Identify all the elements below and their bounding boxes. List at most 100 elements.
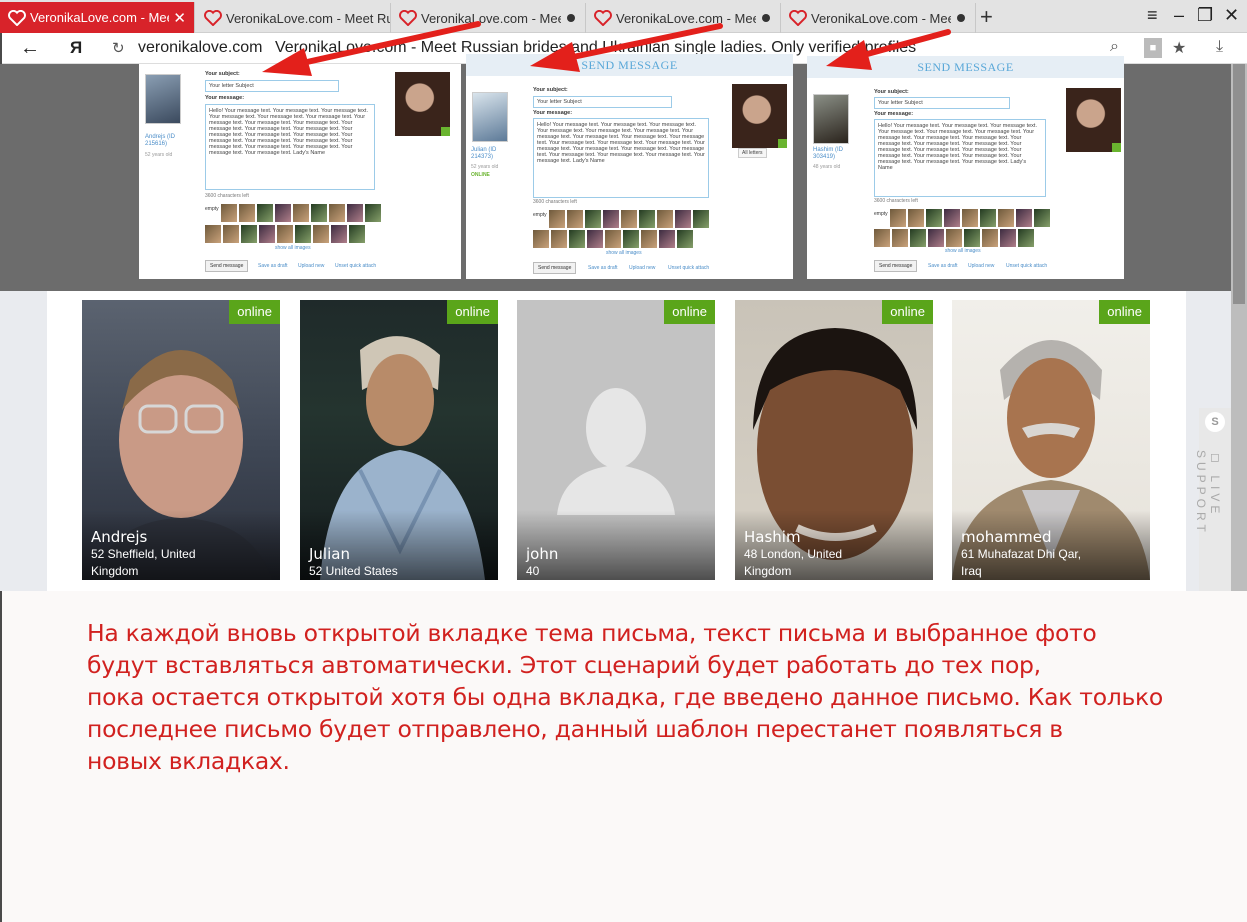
profile-name[interactable]: john xyxy=(526,545,558,563)
reload-icon[interactable]: ↻ xyxy=(112,39,125,57)
save-draft-link[interactable]: Save as draft xyxy=(258,263,287,269)
new-tab-button[interactable]: + xyxy=(980,4,993,30)
thumb-photo[interactable] xyxy=(223,225,239,243)
thumb-photo[interactable] xyxy=(926,209,942,227)
thumb-photo[interactable] xyxy=(239,204,255,222)
thumb-photo[interactable] xyxy=(1034,209,1050,227)
upload-new-link[interactable]: Upload new xyxy=(968,263,994,269)
browser-tab-4[interactable]: VeronikaLove.com - Meet xyxy=(586,3,781,33)
profile-card-julian[interactable]: online Julian 52 United States xyxy=(300,300,498,580)
subject-input[interactable]: Your letter Subject xyxy=(205,80,339,92)
chat-bubble-icon[interactable]: S xyxy=(1205,412,1225,432)
message-textarea[interactable]: Hello! Your message text. Your message t… xyxy=(533,118,709,198)
thumb-photo[interactable] xyxy=(567,210,583,228)
minimize-icon[interactable]: – xyxy=(1174,5,1184,26)
thumb-photo[interactable] xyxy=(874,229,890,247)
yandex-logo-icon[interactable]: Я xyxy=(70,38,82,58)
thumb-photo[interactable] xyxy=(533,230,549,248)
thumb-photo[interactable] xyxy=(982,229,998,247)
send-message-button[interactable]: Send message xyxy=(533,262,577,274)
profile-name[interactable]: Hashim xyxy=(744,528,801,546)
restore-icon[interactable]: ❐ xyxy=(1197,5,1213,26)
profile-card-andrejs[interactable]: online Andrejs 52 Sheffield, United King… xyxy=(82,300,280,580)
thumb-photo[interactable] xyxy=(998,209,1014,227)
all-letters-button[interactable]: All letters xyxy=(738,148,767,158)
thumb-photo[interactable] xyxy=(365,204,381,222)
unset-attach-link[interactable]: Unset quick attach xyxy=(1006,263,1047,269)
thumb-photo[interactable] xyxy=(677,230,693,248)
thumb-photo[interactable] xyxy=(293,204,309,222)
profile-card-mohammed[interactable]: online mohammed 61 Muhafazat Dhi Qar, Ir… xyxy=(952,300,1150,580)
page-scrollbar[interactable] xyxy=(1231,64,1247,591)
profile-card-hashim[interactable]: online Hashim 48 London, United Kingdom xyxy=(735,300,933,580)
thumb-photo[interactable] xyxy=(892,229,908,247)
search-icon[interactable]: ⌕ xyxy=(1110,38,1119,56)
thumb-photo[interactable] xyxy=(241,225,257,243)
close-window-icon[interactable]: ✕ xyxy=(1224,5,1239,26)
thumb-photo[interactable] xyxy=(908,209,924,227)
message-textarea[interactable]: Hello! Your message text. Your message t… xyxy=(205,104,375,190)
thumb-photo[interactable] xyxy=(944,209,960,227)
thumb-photo[interactable] xyxy=(962,209,978,227)
thumb-photo[interactable] xyxy=(311,204,327,222)
thumb-photo[interactable] xyxy=(257,204,273,222)
thumb-photo[interactable] xyxy=(259,225,275,243)
thumb-photo[interactable] xyxy=(313,225,329,243)
unsaved-dot-icon[interactable] xyxy=(957,14,965,22)
message-textarea[interactable]: Hello! Your message text. Your message t… xyxy=(874,119,1046,197)
thumb-photo[interactable] xyxy=(1016,209,1032,227)
thumb-photo[interactable] xyxy=(329,204,345,222)
send-message-button[interactable]: Send message xyxy=(205,260,249,272)
thumb-photo[interactable] xyxy=(205,225,221,243)
thumb-photo[interactable] xyxy=(693,210,709,228)
show-all-images-link[interactable]: show all images xyxy=(945,248,981,254)
thumb-photo[interactable] xyxy=(1000,229,1016,247)
profile-name[interactable]: Andrejs xyxy=(91,528,147,546)
thumb-photo[interactable] xyxy=(331,225,347,243)
close-tab-icon[interactable]: ✕ xyxy=(173,9,186,27)
subject-input[interactable]: Your letter Subject xyxy=(533,96,672,108)
upload-new-link[interactable]: Upload new xyxy=(298,263,324,269)
thumb-photo[interactable] xyxy=(890,209,906,227)
save-draft-link[interactable]: Save as draft xyxy=(928,263,957,269)
live-support-label[interactable]: ◻ LIVE SUPPORT xyxy=(1194,450,1222,591)
save-draft-link[interactable]: Save as draft xyxy=(588,265,617,271)
thumb-photo[interactable] xyxy=(603,210,619,228)
thumb-photo[interactable] xyxy=(605,230,621,248)
thumb-photo[interactable] xyxy=(659,230,675,248)
send-message-button[interactable]: Send message xyxy=(874,260,918,272)
unset-attach-link[interactable]: Unset quick attach xyxy=(668,265,709,271)
thumb-photo[interactable] xyxy=(295,225,311,243)
thumb-photo[interactable] xyxy=(928,229,944,247)
live-support-tab[interactable]: S ◻ LIVE SUPPORT xyxy=(1194,408,1231,591)
unset-attach-link[interactable]: Unset quick attach xyxy=(335,263,376,269)
browser-tab-2[interactable]: VeronikaLove.com - Meet Ru xyxy=(196,3,391,33)
thumb-photo[interactable] xyxy=(639,210,655,228)
download-icon[interactable]: ⤓ xyxy=(1216,38,1223,56)
thumb-photo[interactable] xyxy=(1018,229,1034,247)
thumb-photo[interactable] xyxy=(910,229,926,247)
thumb-photo[interactable] xyxy=(221,204,237,222)
back-arrow-icon[interactable]: ← xyxy=(20,37,40,60)
thumb-photo[interactable] xyxy=(275,204,291,222)
thumb-photo[interactable] xyxy=(551,230,567,248)
thumb-photo[interactable] xyxy=(641,230,657,248)
menu-icon[interactable]: ≡ xyxy=(1147,5,1158,26)
profile-name[interactable]: Julian xyxy=(309,545,350,563)
thumb-photo[interactable] xyxy=(349,225,365,243)
subject-input[interactable]: Your letter Subject xyxy=(874,97,1010,109)
show-all-images-link[interactable]: show all images xyxy=(275,245,311,251)
scrollbar-thumb[interactable] xyxy=(1233,64,1245,304)
thumb-photo[interactable] xyxy=(675,210,691,228)
thumb-photo[interactable] xyxy=(980,209,996,227)
thumb-photo[interactable] xyxy=(657,210,673,228)
thumb-photo[interactable] xyxy=(585,210,601,228)
thumb-photo[interactable] xyxy=(569,230,585,248)
browser-tab-5[interactable]: VeronikaLove.com - Meet xyxy=(781,3,976,33)
thumb-photo[interactable] xyxy=(347,204,363,222)
thumb-photo[interactable] xyxy=(946,229,962,247)
thumb-photo[interactable] xyxy=(621,210,637,228)
thumb-photo[interactable] xyxy=(549,210,565,228)
show-all-images-link[interactable]: show all images xyxy=(606,250,642,256)
thumb-photo[interactable] xyxy=(587,230,603,248)
